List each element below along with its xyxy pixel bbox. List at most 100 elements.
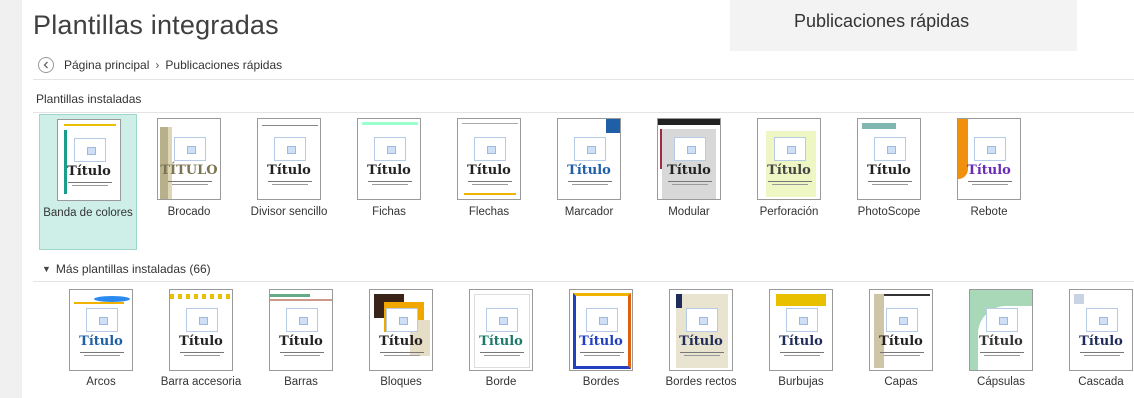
template-arcos[interactable]: Título Arcos: [52, 283, 150, 395]
thumbnail-title: Título: [879, 334, 923, 349]
thumbnail-text-line: [684, 355, 720, 356]
template-marcador[interactable]: Título Marcador: [540, 114, 638, 250]
thumbnail-text-line: [84, 355, 120, 356]
thumbnail-text-line: [80, 352, 124, 353]
thumbnail-title: Título: [967, 163, 1011, 178]
thumbnail-title: Título: [579, 334, 623, 349]
template-name-label: Rebote: [970, 206, 1008, 218]
thumbnail-title: Título: [767, 163, 811, 178]
thumbnail-text-line: [768, 181, 812, 182]
thumbnail-text-line: [780, 352, 824, 353]
template-name-label: Bloques: [380, 376, 422, 388]
template-name-label: Flechas: [468, 206, 510, 218]
template-thumbnail: Título: [969, 289, 1033, 371]
template-capsulas[interactable]: Título Cápsulas: [952, 283, 1050, 395]
template-flechas[interactable]: Título Flechas: [440, 114, 538, 250]
thumbnail-text-line: [784, 355, 820, 356]
template-name-label: Bordes: [582, 376, 620, 388]
thumbnail-title: Título: [379, 334, 423, 349]
template-capas[interactable]: Título Capas: [852, 283, 950, 395]
thumbnail-title: Título: [479, 334, 523, 349]
template-burbujas[interactable]: Título Burbujas: [752, 283, 850, 395]
thumbnail-title: Título: [267, 163, 311, 178]
template-rebote[interactable]: Título Rebote: [940, 114, 1038, 250]
template-thumbnail: Título: [857, 118, 921, 200]
divider: [33, 281, 1134, 282]
template-divisor-sencillo[interactable]: Título Divisor sencillo: [240, 114, 338, 250]
thumbnail-text-line: [172, 184, 208, 185]
template-name-label: Arcos: [86, 376, 116, 388]
template-name-label: Divisor sencillo: [250, 206, 328, 218]
thumbnail-text-line: [572, 184, 608, 185]
template-bordes-rectos[interactable]: Título Bordes rectos: [652, 283, 750, 395]
preview-panel: Publicaciones rápidas: [730, 0, 1077, 51]
thumbnail-text-line: [1084, 355, 1120, 356]
template-name-label: PhotoScope: [857, 206, 921, 218]
image-placeholder-icon: [374, 137, 406, 161]
thumbnail-text-line: [984, 355, 1020, 356]
thumbnail-text-line: [584, 355, 620, 356]
thumbnail-text-line: [280, 352, 324, 353]
thumbnail-text-line: [872, 184, 908, 185]
thumbnail-text-line: [272, 184, 308, 185]
template-cascada[interactable]: Título Cascada: [1052, 283, 1134, 395]
image-placeholder-icon: [886, 308, 918, 332]
thumbnail-text-line: [680, 352, 724, 353]
back-button[interactable]: [38, 57, 54, 73]
template-name-label: Marcador: [564, 206, 614, 218]
thumbnail-title: Título: [67, 164, 111, 179]
image-placeholder-icon: [786, 308, 818, 332]
thumbnail-text-line: [372, 184, 408, 185]
template-banda-de-colores[interactable]: Título Banda de colores: [39, 114, 137, 250]
thumbnail-title: Título: [1079, 334, 1123, 349]
template-name-label: Perforación: [759, 206, 819, 218]
thumbnail-text-line: [980, 352, 1024, 353]
template-thumbnail: TÍTULO: [157, 118, 221, 200]
template-bloques[interactable]: Título Bloques: [352, 283, 450, 395]
thumbnail-text-line: [180, 352, 224, 353]
template-thumbnail: Título: [657, 118, 721, 200]
image-placeholder-icon: [874, 137, 906, 161]
template-photoscope[interactable]: Título PhotoScope: [840, 114, 938, 250]
template-borde[interactable]: Título Borde: [452, 283, 550, 395]
thumbnail-title: Título: [467, 163, 511, 178]
template-barras[interactable]: Título Barras: [252, 283, 350, 395]
installed-templates-label: Plantillas instaladas: [36, 92, 142, 106]
more-templates-toggle[interactable]: ▼ Más plantillas instaladas (66): [42, 262, 211, 276]
image-placeholder-icon: [74, 138, 106, 162]
image-placeholder-icon: [1086, 308, 1118, 332]
thumbnail-title: Título: [367, 163, 411, 178]
template-name-label: Borde: [485, 376, 517, 388]
template-thumbnail: Título: [269, 289, 333, 371]
breadcrumb-home-link[interactable]: Página principal: [64, 58, 149, 72]
image-placeholder-icon: [686, 308, 718, 332]
image-placeholder-icon: [174, 137, 206, 161]
template-thumbnail: Título: [769, 289, 833, 371]
thumbnail-text-line: [884, 355, 920, 356]
image-placeholder-icon: [574, 137, 606, 161]
image-placeholder-icon: [586, 308, 618, 332]
template-brocado[interactable]: TÍTULO Brocado: [140, 114, 238, 250]
template-name-label: Barras: [284, 376, 318, 388]
template-bordes[interactable]: Título Bordes: [552, 283, 650, 395]
thumbnail-title: Título: [567, 163, 611, 178]
thumbnail-text-line: [384, 355, 420, 356]
thumbnail-text-line: [484, 355, 520, 356]
template-perforacion[interactable]: Título Perforación: [740, 114, 838, 250]
template-thumbnail: Título: [1069, 289, 1133, 371]
image-placeholder-icon: [286, 308, 318, 332]
template-barra-accesoria[interactable]: Título Barra accesoria: [152, 283, 250, 395]
thumbnail-text-line: [568, 181, 612, 182]
template-thumbnail: Título: [957, 118, 1021, 200]
thumbnail-text-line: [580, 352, 624, 353]
template-thumbnail: Título: [57, 119, 121, 201]
thumbnail-text-line: [380, 352, 424, 353]
template-modular[interactable]: Título Modular: [640, 114, 738, 250]
thumbnail-text-line: [68, 182, 112, 183]
template-name-label: Cápsulas: [977, 376, 1025, 388]
thumbnail-text-line: [972, 184, 1008, 185]
image-placeholder-icon: [274, 137, 306, 161]
image-placeholder-icon: [486, 308, 518, 332]
image-placeholder-icon: [974, 137, 1006, 161]
template-fichas[interactable]: Título Fichas: [340, 114, 438, 250]
